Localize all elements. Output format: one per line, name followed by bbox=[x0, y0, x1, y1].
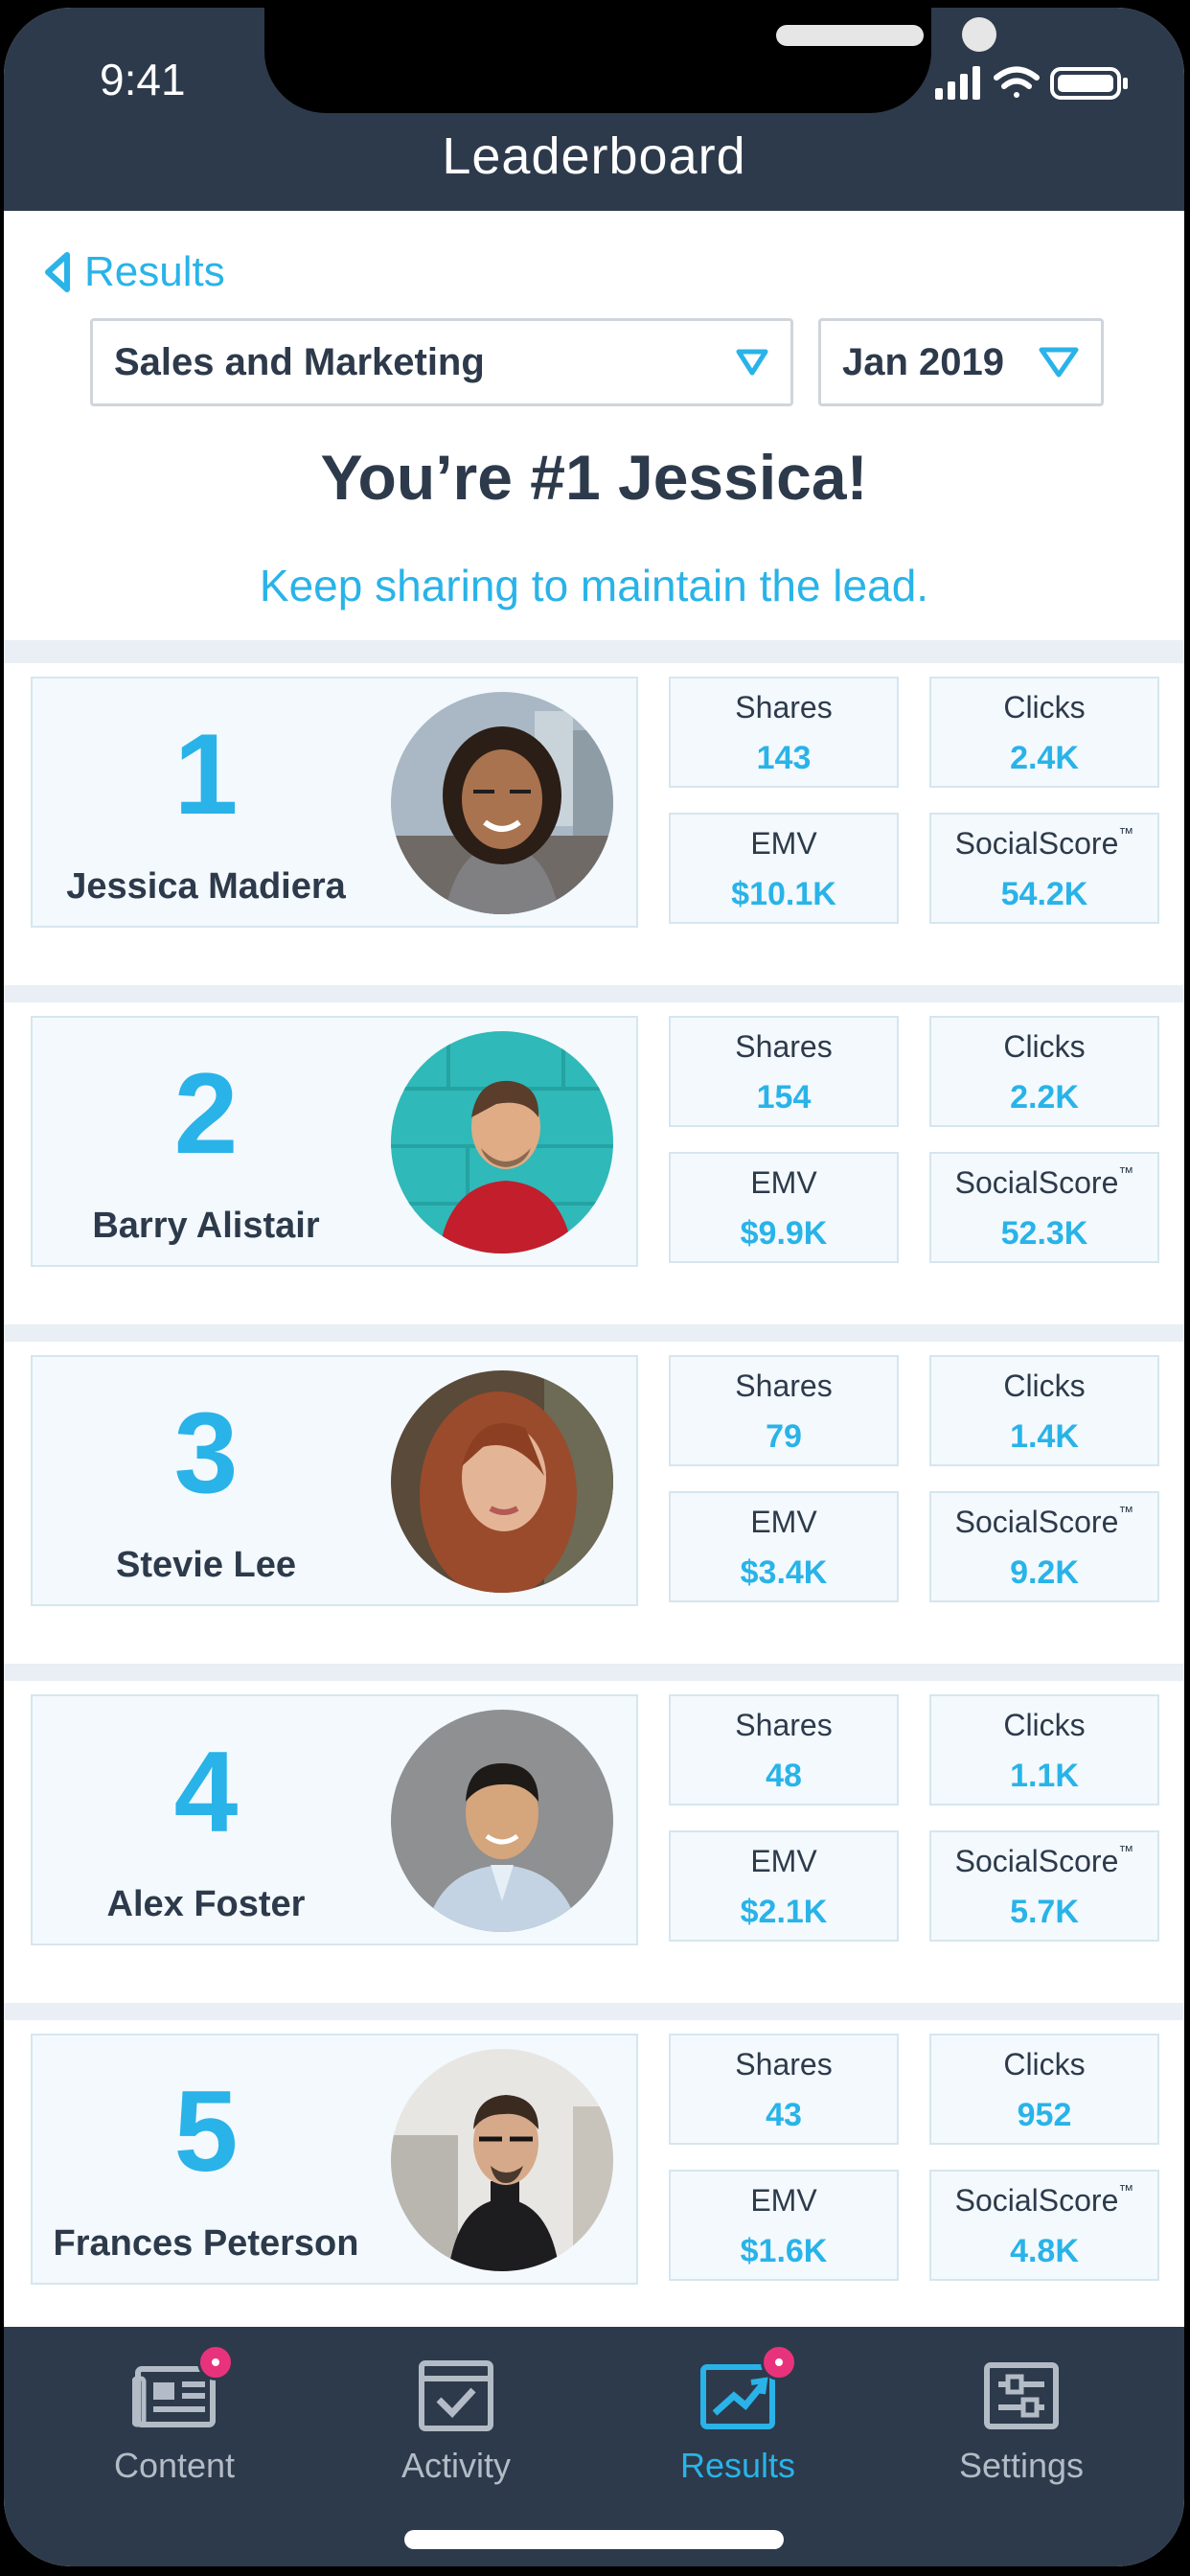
stat-clicks: Clicks 2.4K bbox=[929, 677, 1159, 788]
rank-card: 3 Stevie Lee bbox=[31, 1355, 638, 1606]
stat-socialscore: SocialScore™ 54.2K bbox=[929, 813, 1159, 924]
dropdown-triangle-icon bbox=[1039, 347, 1079, 378]
rank-number: 2 bbox=[173, 1049, 239, 1178]
department-select[interactable]: Sales and Marketing bbox=[90, 318, 793, 406]
tab-activity[interactable]: Activity bbox=[312, 2327, 600, 2518]
rank-subtitle: Keep sharing to maintain the lead. bbox=[259, 561, 929, 610]
wifi-icon bbox=[994, 66, 1040, 98]
speaker-grille bbox=[776, 25, 924, 46]
status-icons bbox=[935, 66, 1128, 100]
stat-emv: EMV $1.6K bbox=[669, 2170, 899, 2281]
app-header: 9:41 Leaderboard bbox=[4, 8, 1184, 211]
stat-emv: EMV $10.1K bbox=[669, 813, 899, 924]
stat-clicks: Clicks 2.2K bbox=[929, 1016, 1159, 1127]
rank-number: 4 bbox=[173, 1728, 239, 1856]
leaderboard-row[interactable]: 4 Alex Foster Shares 48 Clicks 1.1K EMV … bbox=[4, 1681, 1184, 2003]
stat-emv: EMV $3.4K bbox=[669, 1491, 899, 1602]
status-time: 9:41 bbox=[100, 55, 186, 104]
month-value: Jan 2019 bbox=[842, 340, 1005, 383]
stat-shares: Shares 43 bbox=[669, 2034, 899, 2145]
stat-clicks: Clicks 952 bbox=[929, 2034, 1159, 2145]
avatar bbox=[391, 1370, 613, 1593]
front-camera bbox=[962, 17, 996, 52]
checkbox-icon bbox=[419, 2360, 493, 2431]
tab-bar: Content Activity Results Settings bbox=[4, 2327, 1184, 2566]
leaderboard-row[interactable]: 5 Frances Peterson Shares 43 Clicks 952 … bbox=[4, 2020, 1184, 2342]
department-value: Sales and Marketing bbox=[114, 340, 485, 383]
rank-card: 2 Barry Alistair bbox=[31, 1016, 638, 1267]
leader-name: Barry Alistair bbox=[92, 1206, 320, 1246]
stat-socialscore: SocialScore™ 9.2K bbox=[929, 1491, 1159, 1602]
avatar bbox=[391, 2049, 613, 2271]
tab-content[interactable]: Content bbox=[31, 2327, 318, 2518]
device-notch bbox=[264, 8, 996, 113]
battery-icon bbox=[1050, 67, 1128, 100]
stat-emv: EMV $9.9K bbox=[669, 1152, 899, 1263]
cellular-signal-icon bbox=[935, 66, 980, 100]
back-label: Results bbox=[84, 248, 225, 295]
notification-badge bbox=[761, 2344, 797, 2380]
stat-clicks: Clicks 1.1K bbox=[929, 1694, 1159, 1806]
leader-name: Jessica Madiera bbox=[66, 866, 346, 907]
avatar bbox=[391, 1710, 613, 1932]
leaderboard-row[interactable]: 3 Stevie Lee Shares 79 Clicks 1.4K EMV $… bbox=[4, 1342, 1184, 1664]
home-indicator[interactable] bbox=[404, 2530, 784, 2549]
dropdown-triangle-icon bbox=[736, 349, 768, 376]
stat-socialscore: SocialScore™ 5.7K bbox=[929, 1830, 1159, 1942]
rank-number: 3 bbox=[173, 1389, 239, 1517]
leader-name: Frances Peterson bbox=[53, 2223, 359, 2264]
rank-headline: You’re #1 Jessica! bbox=[320, 442, 868, 513]
leaderboard-row[interactable]: 2 Barry Alistair Shares 154 Clicks 2.2K … bbox=[4, 1002, 1184, 1324]
avatar bbox=[391, 1031, 613, 1254]
page-title: Leaderboard bbox=[442, 127, 746, 185]
stat-shares: Shares 79 bbox=[669, 1355, 899, 1466]
stat-shares: Shares 143 bbox=[669, 677, 899, 788]
rank-card: 1 Jessica Madiera bbox=[31, 677, 638, 928]
stat-socialscore: SocialScore™ 4.8K bbox=[929, 2170, 1159, 2281]
month-select[interactable]: Jan 2019 bbox=[818, 318, 1104, 406]
rank-card: 5 Frances Peterson bbox=[31, 2034, 638, 2285]
tab-results[interactable]: Results bbox=[594, 2327, 881, 2518]
leaderboard-row[interactable]: 1 Jessica Madiera Shares 143 Clicks 2.4K… bbox=[4, 663, 1184, 985]
rank-card: 4 Alex Foster bbox=[31, 1694, 638, 1945]
stat-shares: Shares 48 bbox=[669, 1694, 899, 1806]
avatar bbox=[391, 692, 613, 914]
phone-screen: 9:41 Leaderboard Results Sales and Marke… bbox=[4, 8, 1184, 2566]
stat-shares: Shares 154 bbox=[669, 1016, 899, 1127]
back-link[interactable]: Results bbox=[42, 243, 225, 301]
notification-badge bbox=[197, 2344, 234, 2380]
stat-clicks: Clicks 1.4K bbox=[929, 1355, 1159, 1466]
leaderboard-list[interactable]: 1 Jessica Madiera Shares 143 Clicks 2.4K… bbox=[4, 640, 1184, 2342]
tab-settings[interactable]: Settings bbox=[878, 2327, 1165, 2518]
rank-number: 1 bbox=[173, 710, 239, 839]
back-chevron-icon bbox=[45, 252, 70, 292]
rank-number: 5 bbox=[173, 2067, 239, 2196]
stat-socialscore: SocialScore™ 52.3K bbox=[929, 1152, 1159, 1263]
stat-emv: EMV $2.1K bbox=[669, 1830, 899, 1942]
sliders-icon bbox=[984, 2362, 1059, 2429]
leader-name: Stevie Lee bbox=[116, 1545, 296, 1585]
leader-name: Alex Foster bbox=[106, 1884, 306, 1924]
